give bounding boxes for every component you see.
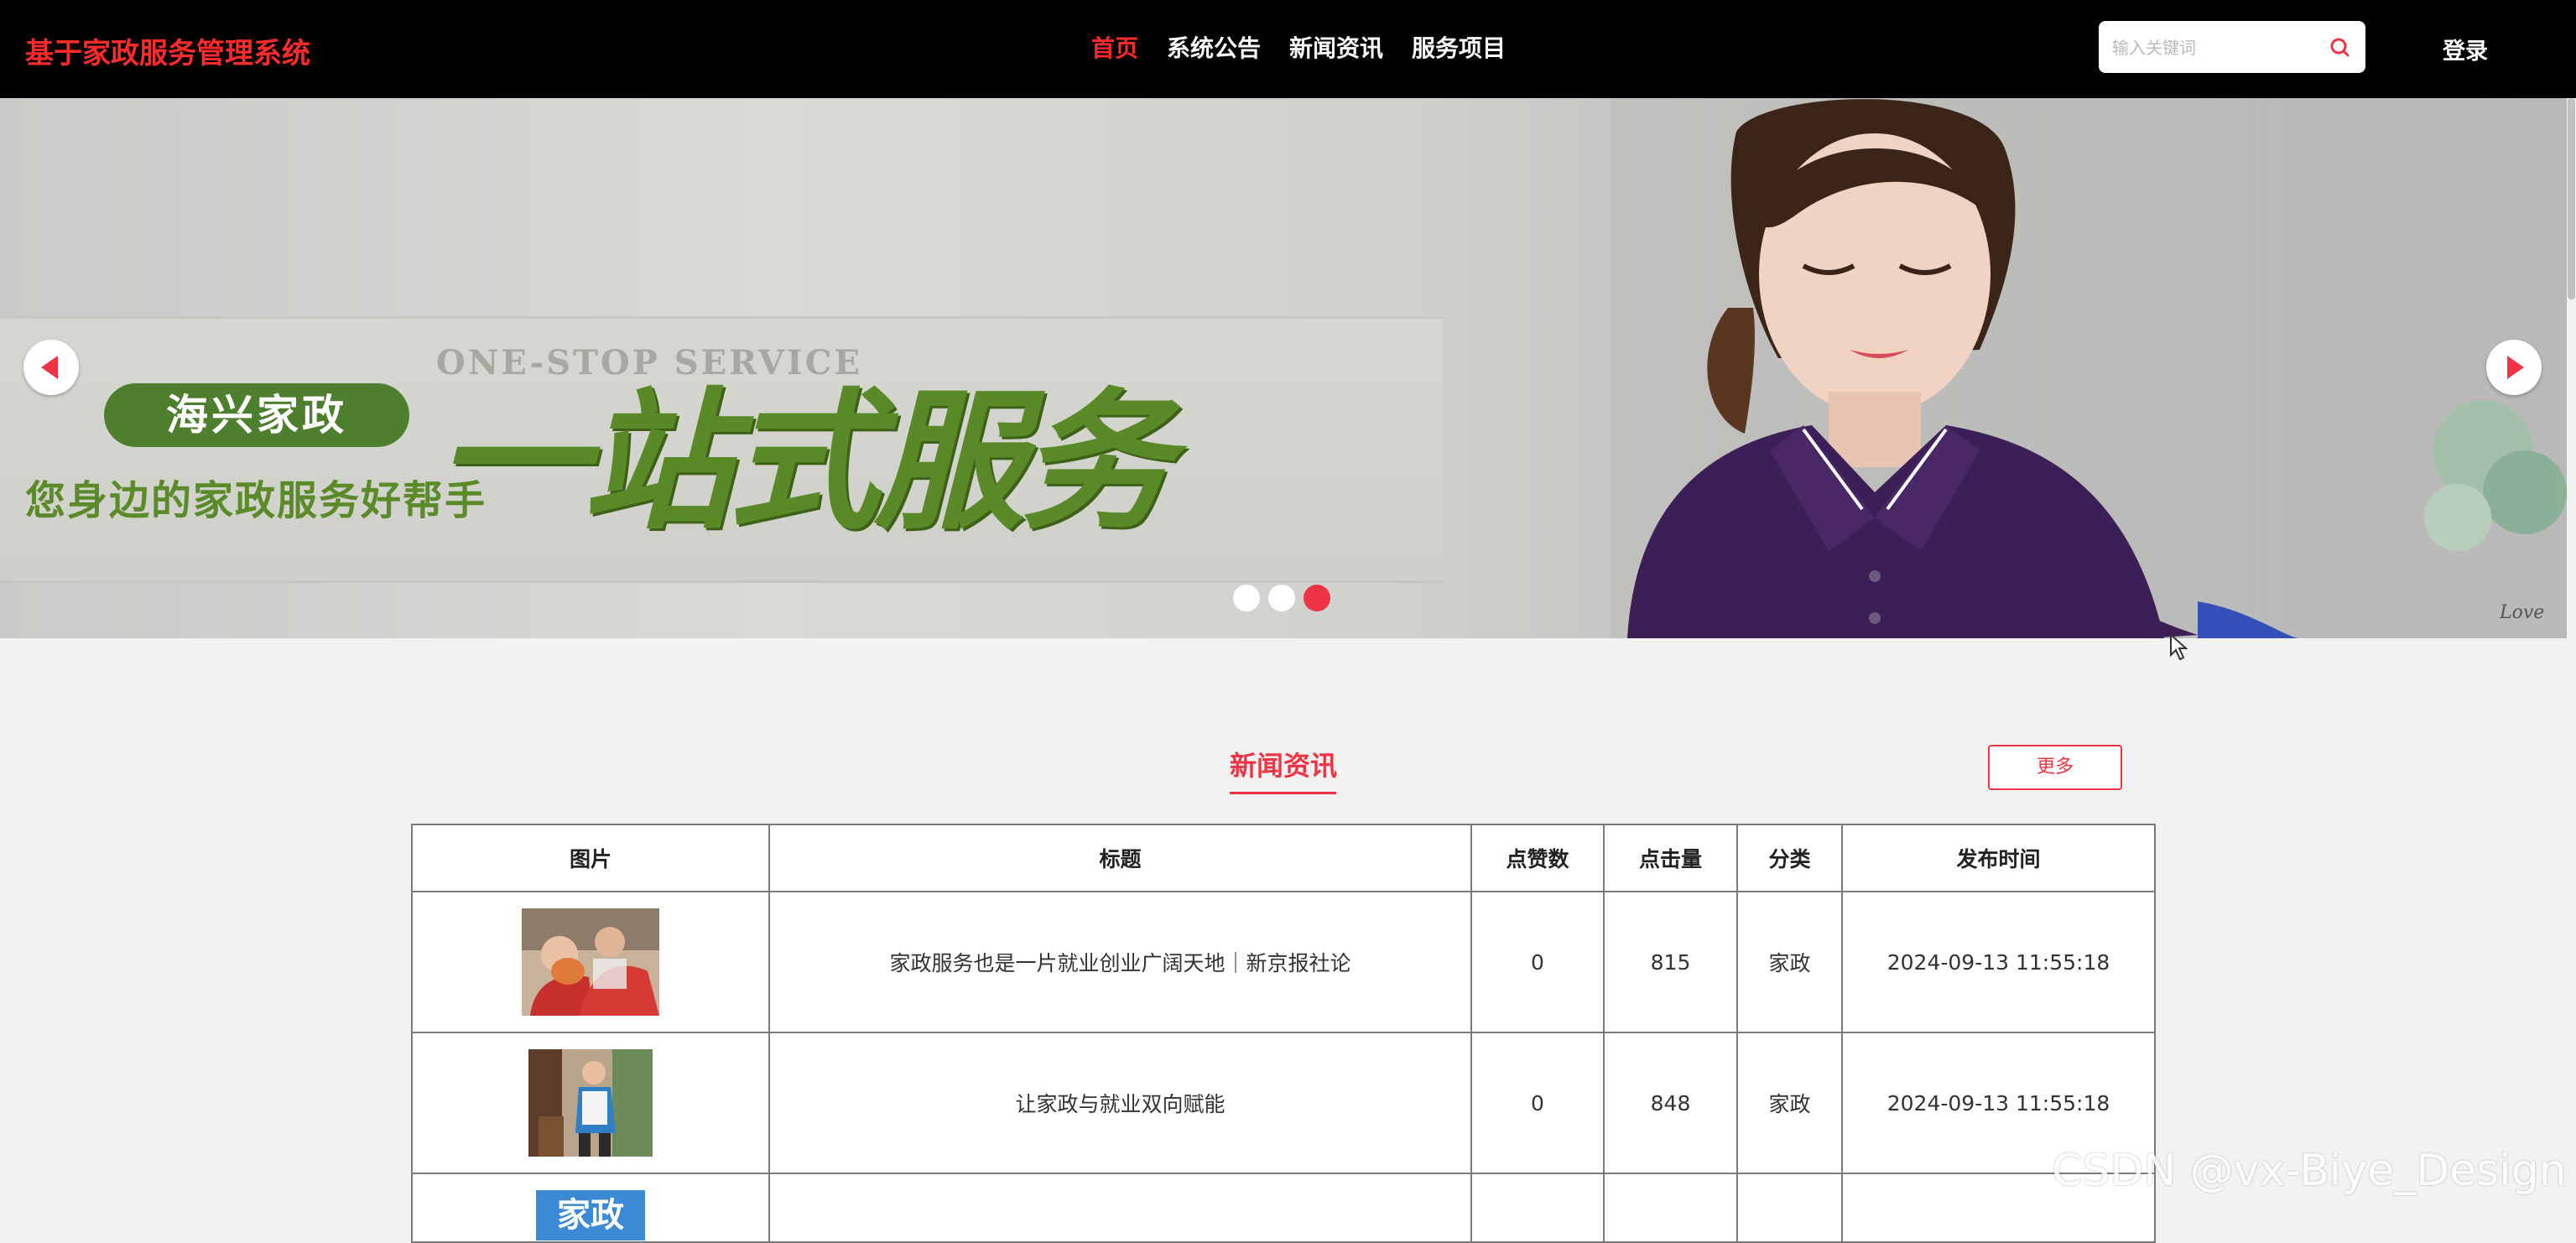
carousel-next-button[interactable]	[2486, 340, 2542, 395]
news-likes-cell: 0	[1470, 1032, 1605, 1174]
news-image-cell	[411, 1032, 770, 1174]
news-thumbnail[interactable]: 家政	[536, 1190, 645, 1240]
nav-item-news[interactable]: 新闻资讯	[1289, 30, 1383, 64]
carousel-dots	[1233, 585, 1330, 611]
carousel-dot-2[interactable]	[1268, 585, 1295, 611]
banner-badge: 海兴家政	[104, 383, 409, 447]
search-icon[interactable]	[2327, 34, 2352, 60]
news-title-underline	[1230, 792, 1336, 794]
site-brand[interactable]: 基于家政服务管理系统	[25, 30, 310, 71]
nav-item-services[interactable]: 服务项目	[1412, 30, 1506, 64]
table-header-row: 图片 标题 点赞数 点击量 分类 发布时间	[411, 824, 2156, 892]
search-box	[2099, 21, 2365, 73]
news-category-cell: 家政	[1736, 1032, 1843, 1174]
news-thumbnail[interactable]	[528, 1049, 653, 1157]
column-header-likes: 点赞数	[1470, 824, 1605, 892]
carousel-dot-3[interactable]	[1304, 585, 1330, 611]
chevron-left-icon	[41, 356, 58, 379]
table-row[interactable]: 家政服务也是一片就业创业广阔天地｜新京报社论 0 815 家政 2024-09-…	[411, 891, 2156, 1033]
column-header-views: 点击量	[1603, 824, 1738, 892]
news-section-title: 新闻资讯	[1230, 750, 1338, 782]
nav-item-announcements[interactable]: 系统公告	[1167, 30, 1261, 64]
news-image-cell	[411, 891, 770, 1033]
carousel-prev-button[interactable]	[23, 340, 79, 395]
news-title-cell[interactable]: 家政服务也是一片就业创业广阔天地｜新京报社论	[768, 891, 1472, 1033]
news-title-cell[interactable]: 让家政与就业双向赋能	[768, 1032, 1472, 1174]
news-likes-cell: 0	[1470, 891, 1605, 1033]
mouse-cursor-icon	[2170, 633, 2188, 661]
news-thumbnail-text: 家政	[557, 1196, 624, 1235]
scrollbar-thumb[interactable]	[2568, 98, 2575, 299]
table-row[interactable]: 让家政与就业双向赋能 0 848 家政 2024-09-13 11:55:18	[411, 1032, 2156, 1174]
column-header-category: 分类	[1736, 824, 1843, 892]
column-header-title: 标题	[768, 824, 1472, 892]
news-published-cell: 2024-09-13 11:55:18	[1841, 891, 2156, 1033]
banner-headline: 一站式服务	[436, 373, 1171, 550]
column-header-published: 发布时间	[1841, 824, 2156, 892]
banner-tagline: 您身边的家政服务好帮手	[25, 477, 487, 524]
news-more-button[interactable]: 更多	[1988, 745, 2122, 790]
news-image-cell: 家政	[411, 1173, 770, 1243]
column-header-image: 图片	[411, 824, 770, 892]
news-table: 图片 标题 点赞数 点击量 分类 发布时间 家政服务也是一片就业创业广阔天地｜新…	[411, 824, 2156, 1243]
housekeeper-illustration: Love	[1611, 98, 2567, 638]
nav-item-home[interactable]: 首页	[1091, 30, 1138, 64]
table-row[interactable]: 家政	[411, 1173, 2156, 1243]
carousel-dot-1[interactable]	[1233, 585, 1260, 611]
news-views-cell: 815	[1603, 891, 1738, 1033]
news-category-cell: 家政	[1736, 891, 1843, 1033]
news-category-cell	[1736, 1173, 1843, 1243]
chevron-right-icon	[2507, 356, 2524, 379]
login-link[interactable]: 登录	[2443, 33, 2488, 65]
banner-corner-text: Love	[2499, 602, 2544, 623]
top-header: 基于家政服务管理系统 首页 系统公告 新闻资讯 服务项目 登录	[0, 0, 2576, 98]
news-views-cell	[1603, 1173, 1738, 1243]
news-likes-cell	[1470, 1173, 1605, 1243]
search-input[interactable]	[2110, 33, 2324, 63]
csdn-watermark: CSDN @vx-Biye_Design	[2052, 1146, 2567, 1196]
hero-carousel: ONE-STOP SERVICE 海兴家政 一站式服务 您身边的家政服务好帮手	[0, 98, 2567, 638]
news-thumbnail[interactable]	[522, 908, 659, 1016]
main-nav: 首页 系统公告 新闻资讯 服务项目	[1091, 30, 1534, 64]
news-title-cell[interactable]	[768, 1173, 1472, 1243]
news-views-cell: 848	[1603, 1032, 1738, 1174]
